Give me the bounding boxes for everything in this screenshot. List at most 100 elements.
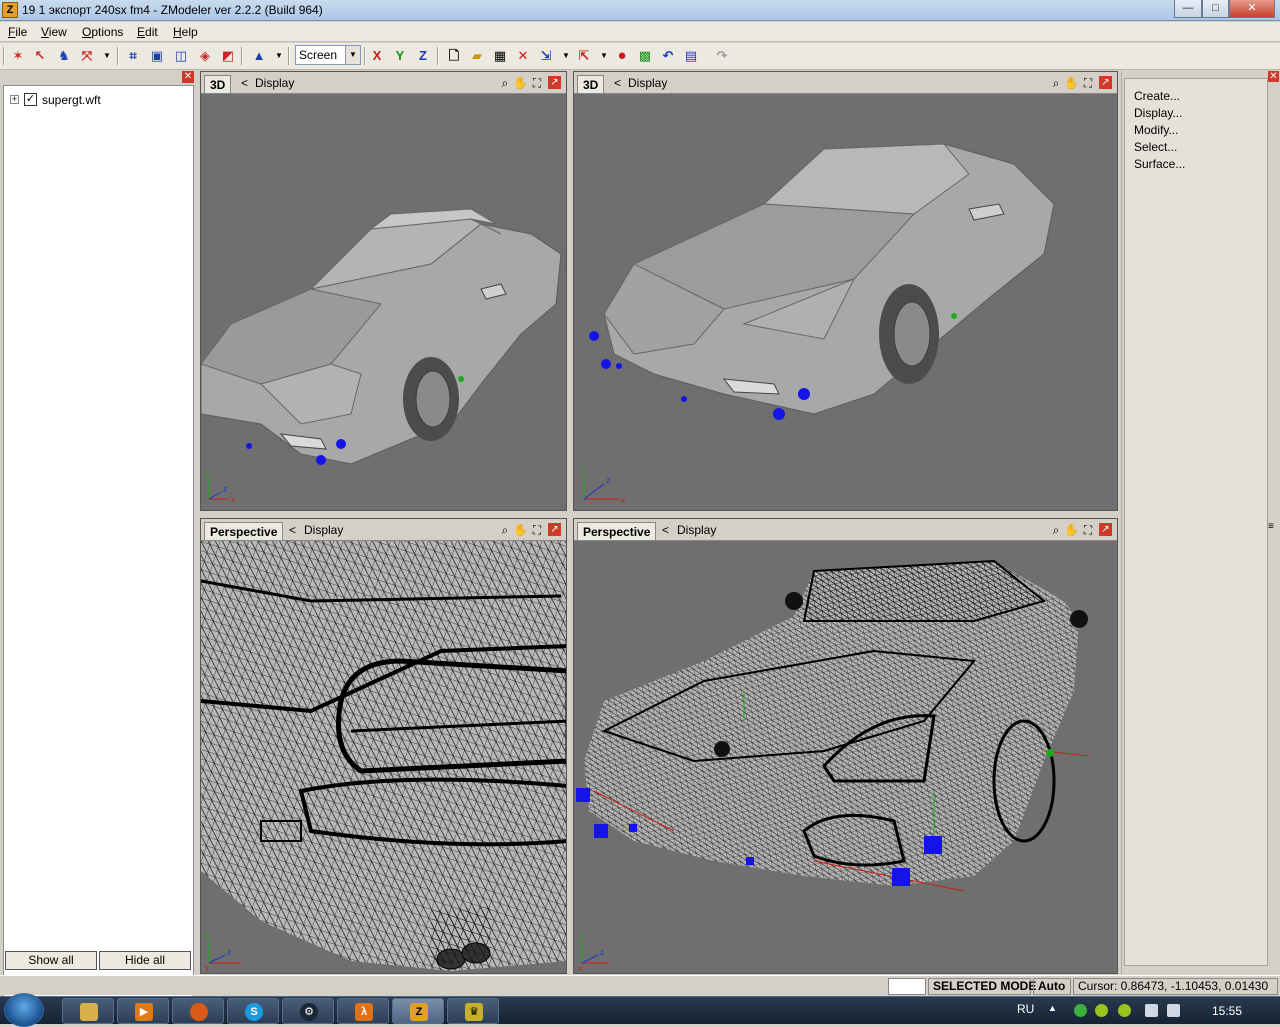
tray-network-icon[interactable] [1118,1004,1131,1017]
show-all-button[interactable]: Show all [5,951,97,970]
pan-hand-icon[interactable]: ✋ [1064,75,1079,91]
zmodeler-app-icon[interactable]: Z [2,2,18,18]
tray-volume-icon[interactable] [1167,1004,1180,1017]
maximize-viewport-icon[interactable]: ⛶ [530,522,544,538]
tray-expand-icon[interactable]: ▲ [1048,1003,1057,1013]
taskbar-explorer[interactable] [62,998,114,1024]
chevron-down-icon[interactable]: ▼ [98,47,116,65]
redo-icon[interactable]: ↷ [713,47,731,65]
viewport-mode-tab[interactable]: 3D [204,75,232,93]
viewport-canvas[interactable]: y x z [201,94,566,510]
viewport-display-label[interactable]: Display [304,523,343,537]
pan-hand-icon[interactable]: ✋ [513,522,528,538]
viewport-mode-tab[interactable]: Perspective [577,522,657,540]
start-button-icon[interactable] [4,993,44,1027]
record-icon[interactable]: ● [613,47,631,65]
chevron-down-icon[interactable]: ▼ [345,46,360,64]
taskbar-zmodeler[interactable]: Z [392,998,444,1024]
color-triangle-icon[interactable]: ▲ [250,47,268,65]
viewport-canvas[interactable]: y x z [574,541,1117,973]
transform-icon[interactable]: ⤧ [78,47,96,65]
axis-z-toggle[interactable]: Z [414,47,432,65]
viewport-bottom-left[interactable]: Perspective < Display ⌕ ✋ ⛶ ↗ y x z [200,518,567,974]
viewport-top-left[interactable]: 3D < Display ⌕ ✋ ⛶ ↗ y x z [200,71,567,511]
command-create[interactable]: Create... [1134,89,1180,103]
viewport-mode-tab[interactable]: Perspective [204,522,284,540]
close-panel-icon[interactable]: ✕ [182,71,194,83]
hide-all-button[interactable]: Hide all [99,951,191,970]
tray-display-icon[interactable] [1145,1004,1158,1017]
taskbar-clock[interactable]: 15:55 [1212,1004,1242,1018]
taskbar-steam[interactable]: ⚙ [282,998,334,1024]
chevron-left-icon[interactable]: < [241,76,248,90]
cube-icon[interactable]: ▣ [148,47,166,65]
close-viewport-icon[interactable]: ↗ [1099,523,1112,536]
chevron-down-icon[interactable]: ▼ [595,47,613,65]
render-icon[interactable]: ▩ [636,47,654,65]
save-icon[interactable]: ▦ [491,47,509,65]
chevron-down-icon[interactable]: ▼ [557,47,575,65]
move-icon[interactable]: ↖ [31,47,49,65]
close-viewport-icon[interactable]: ↗ [548,76,561,89]
viewport-display-label[interactable]: Display [677,523,716,537]
menu-file[interactable]: File [8,25,27,39]
maximize-viewport-icon[interactable]: ⛶ [1081,522,1095,538]
select-vertex-icon[interactable]: ✶ [9,47,27,65]
menu-view[interactable]: View [41,25,67,39]
pan-hand-icon[interactable]: ✋ [1064,522,1079,538]
taskbar-firefox[interactable] [172,998,224,1024]
command-display[interactable]: Display... [1134,106,1182,120]
command-surface[interactable]: Surface... [1134,157,1185,171]
tray-network-icon[interactable] [1095,1004,1108,1017]
status-auto[interactable]: Auto [1033,978,1071,995]
zoom-icon[interactable]: ⌕ [498,75,512,91]
viewport-canvas[interactable]: y x z [574,94,1117,510]
zoom-icon[interactable]: ⌕ [1049,75,1063,91]
viewport-mode-tab[interactable]: 3D [577,75,605,93]
cylinder-icon[interactable]: ◈ [196,47,214,65]
chevron-down-icon[interactable]: ▼ [270,47,288,65]
close-viewport-icon[interactable]: ↗ [1099,76,1112,89]
scroll-handle-icon[interactable]: ≡ [1268,521,1274,532]
maximize-viewport-icon[interactable]: ⛶ [1081,75,1095,91]
chevron-left-icon[interactable]: < [289,523,296,537]
cone-icon[interactable]: ◩ [219,47,237,65]
axis-x-toggle[interactable]: X [368,47,386,65]
axis-y-toggle[interactable]: Y [391,47,409,65]
zoom-icon[interactable]: ⌕ [1049,522,1063,538]
coordinate-space-select[interactable]: Screen ▼ [295,45,361,65]
maximize-button[interactable]: □ [1202,0,1229,18]
zoom-icon[interactable]: ⌕ [498,522,512,538]
menu-options[interactable]: Options [82,25,123,39]
viewport-display-label[interactable]: Display [628,76,667,90]
undo-icon[interactable]: ↶ [659,47,677,65]
delete-icon[interactable]: ✕ [514,47,532,65]
visibility-checkbox[interactable]: ✓ [24,93,37,106]
command-select[interactable]: Select... [1134,140,1177,154]
pan-hand-icon[interactable]: ✋ [513,75,528,91]
language-indicator[interactable]: RU [1017,1002,1034,1016]
taskbar-skype[interactable]: S [227,998,279,1024]
box-icon[interactable]: ⌗ [124,47,142,65]
taskbar-media-player[interactable]: ▶ [117,998,169,1024]
viewport-display-label[interactable]: Display [255,76,294,90]
tree-item-label[interactable]: supergt.wft [42,93,101,107]
tray-utorrent-icon[interactable] [1074,1004,1087,1017]
viewport-bottom-right[interactable]: Perspective < Display ⌕ ✋ ⛶ ↗ y x z [573,518,1118,974]
export-icon[interactable]: ⇱ [575,47,593,65]
close-panel-icon[interactable]: ✕ [1268,71,1279,82]
close-button[interactable]: ✕ [1229,0,1275,18]
maximize-viewport-icon[interactable]: ⛶ [530,75,544,91]
chevron-left-icon[interactable]: < [662,523,669,537]
command-modify[interactable]: Modify... [1134,123,1178,137]
expand-icon[interactable]: + [10,95,19,104]
notes-icon[interactable]: ▤ [682,47,700,65]
chevron-left-icon[interactable]: < [614,76,621,90]
import-icon[interactable]: ⇲ [537,47,555,65]
run-icon[interactable]: ♞ [55,47,73,65]
taskbar-app[interactable]: ♛ [447,998,499,1024]
viewport-top-right[interactable]: 3D < Display ⌕ ✋ ⛶ ↗ y x z [573,71,1118,511]
open-file-icon[interactable]: ▰ [468,47,486,65]
menu-help[interactable]: Help [173,25,198,39]
close-viewport-icon[interactable]: ↗ [548,523,561,536]
